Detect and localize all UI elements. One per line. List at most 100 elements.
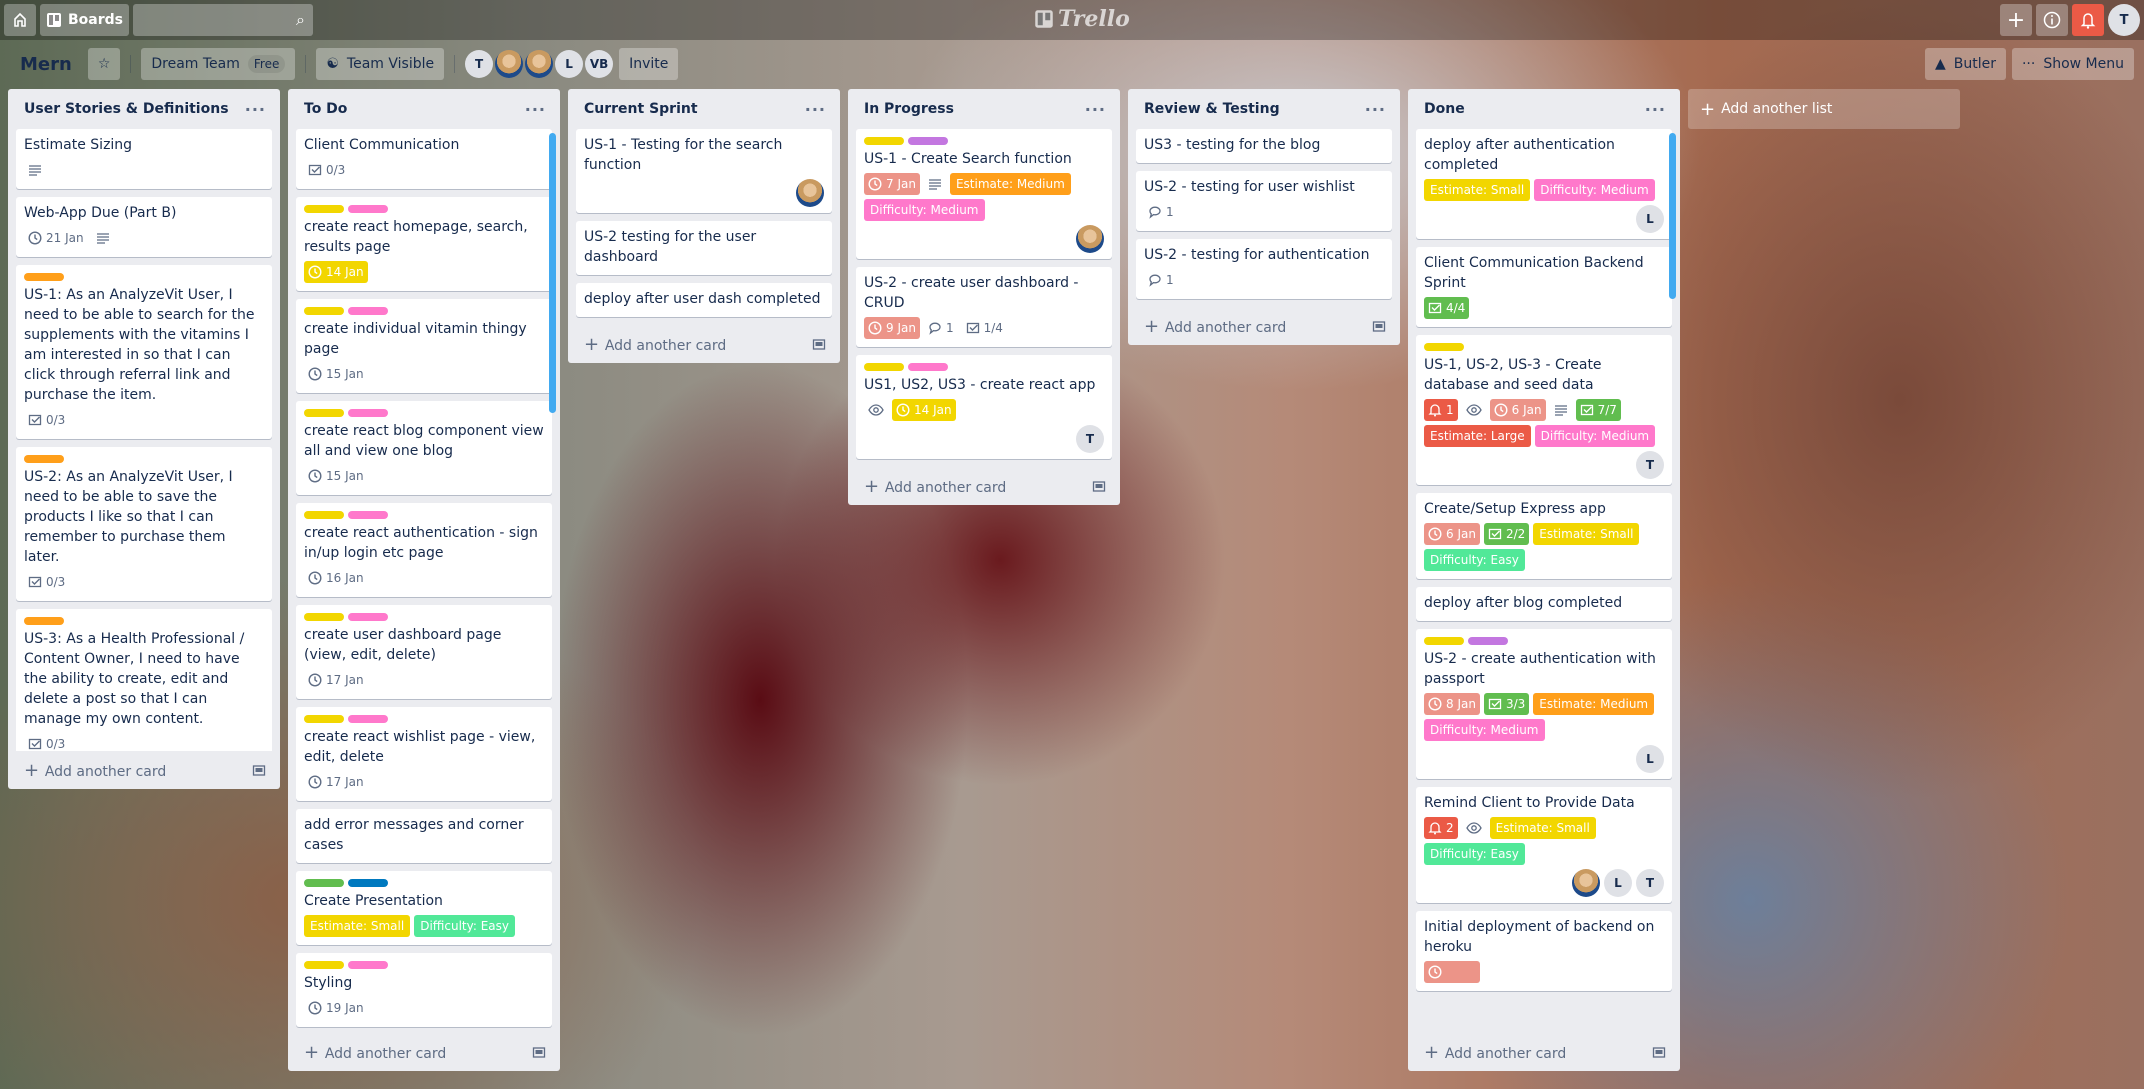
- checklist-badge[interactable]: 3/3: [1483, 693, 1530, 715]
- label-yellow[interactable]: [304, 961, 344, 969]
- label-green[interactable]: [304, 879, 344, 887]
- label-chip[interactable]: Estimate: Small: [1424, 179, 1531, 201]
- card[interactable]: create user dashboard page (view, edit, …: [296, 605, 552, 699]
- boards-button[interactable]: Boards: [40, 4, 129, 36]
- search-input[interactable]: ⌕: [133, 4, 313, 36]
- card[interactable]: Create Presentation Estimate: Small Diffic…: [296, 871, 552, 945]
- label-chip[interactable]: Estimate: Small: [304, 915, 411, 937]
- list-title[interactable]: To Do: [304, 101, 347, 117]
- visibility-button[interactable]: ☯ Team Visible: [316, 48, 445, 80]
- label-orange[interactable]: [24, 273, 64, 281]
- due-badge[interactable]: 7 Jan: [864, 173, 920, 195]
- card[interactable]: Web-App Due (Part B) 21 Jan: [16, 197, 272, 257]
- template-icon[interactable]: [1092, 479, 1106, 493]
- checklist-badge[interactable]: 0/3: [24, 571, 69, 593]
- card[interactable]: Estimate Sizing: [16, 129, 272, 189]
- label-chip[interactable]: Difficulty: Medium: [864, 199, 985, 221]
- list-title[interactable]: Done: [1424, 101, 1465, 117]
- label-purple[interactable]: [908, 137, 948, 145]
- member-avatar[interactable]: L: [1636, 205, 1664, 233]
- due-badge[interactable]: 17 Jan: [304, 771, 368, 793]
- template-icon[interactable]: [532, 1045, 546, 1059]
- label-orange[interactable]: [24, 455, 64, 463]
- label-yellow[interactable]: [1424, 637, 1464, 645]
- watch-badge[interactable]: [1462, 399, 1486, 421]
- watch-badge[interactable]: [1462, 817, 1486, 839]
- card[interactable]: Client Communication Backend Sprint 4/4: [1416, 247, 1672, 327]
- comments-badge[interactable]: 1: [924, 317, 958, 339]
- card[interactable]: add error messages and corner cases: [296, 809, 552, 863]
- card[interactable]: US-2 - testing for authentication 1: [1136, 239, 1392, 299]
- card[interactable]: Remind Client to Provide Data 2 Estimate: …: [1416, 787, 1672, 903]
- checklist-badge[interactable]: 0/3: [304, 159, 349, 181]
- member-avatar[interactable]: T: [1636, 451, 1664, 479]
- card[interactable]: US3 - testing for the blog: [1136, 129, 1392, 163]
- label-chip[interactable]: Difficulty: Easy: [414, 915, 515, 937]
- list-title[interactable]: Current Sprint: [584, 101, 698, 117]
- team-button[interactable]: Dream Team Free: [141, 48, 296, 80]
- card[interactable]: US-2 - testing for user wishlist 1: [1136, 171, 1392, 231]
- due-badge[interactable]: 14 Jan: [304, 261, 368, 283]
- label-yellow[interactable]: [304, 205, 344, 213]
- card[interactable]: Styling 19 Jan: [296, 953, 552, 1027]
- card[interactable]: US-2 testing for the user dashboard: [576, 221, 832, 275]
- label-blue[interactable]: [348, 879, 388, 887]
- label-chip[interactable]: Estimate: Medium: [949, 173, 1071, 195]
- due-badge[interactable]: 16 Jan: [304, 567, 368, 589]
- due-badge[interactable]: 6 Jan: [1489, 399, 1546, 421]
- card[interactable]: create react authentication - sign in/up…: [296, 503, 552, 597]
- due-badge[interactable]: 19 Jan: [304, 997, 368, 1019]
- card[interactable]: US-1 - Create Search function 7 Jan Estima…: [856, 129, 1112, 259]
- list-menu-icon[interactable]: ···: [1365, 100, 1386, 119]
- label-yellow[interactable]: [304, 409, 344, 417]
- label-chip[interactable]: Estimate: Small: [1533, 523, 1640, 545]
- checklist-badge[interactable]: 1/4: [962, 317, 1007, 339]
- card[interactable]: US-2 - create user dashboard - CRUD 9 Jan…: [856, 267, 1112, 347]
- template-icon[interactable]: [1372, 319, 1386, 333]
- checklist-badge[interactable]: 0/3: [24, 733, 69, 751]
- notification-badge[interactable]: 2: [1424, 817, 1458, 839]
- label-chip[interactable]: Difficulty: Easy: [1424, 843, 1525, 865]
- checklist-badge[interactable]: 4/4: [1424, 297, 1470, 319]
- info-button[interactable]: [2036, 4, 2068, 36]
- add-card-button[interactable]: + Add another card: [1128, 307, 1400, 345]
- home-button[interactable]: [4, 4, 36, 36]
- member-avatar[interactable]: [525, 50, 554, 78]
- member-avatar[interactable]: L: [555, 50, 584, 78]
- label-yellow[interactable]: [304, 307, 344, 315]
- card[interactable]: deploy after blog completed: [1416, 587, 1672, 621]
- label-pink[interactable]: [348, 511, 388, 519]
- scrollbar[interactable]: [549, 133, 556, 413]
- invite-button[interactable]: Invite: [619, 48, 679, 80]
- create-button[interactable]: +: [2000, 4, 2032, 36]
- member-avatar[interactable]: T: [1076, 425, 1104, 453]
- comments-badge[interactable]: 1: [1144, 201, 1178, 223]
- checklist-badge[interactable]: 2/2: [1483, 523, 1530, 545]
- template-icon[interactable]: [1652, 1045, 1666, 1059]
- notification-badge[interactable]: 1: [1424, 399, 1458, 421]
- list-menu-icon[interactable]: ···: [1645, 100, 1666, 119]
- label-pink[interactable]: [348, 715, 388, 723]
- add-card-button[interactable]: + Add another card: [288, 1033, 560, 1071]
- butler-button[interactable]: ▲ Butler: [1924, 48, 2006, 80]
- due-badge[interactable]: 15 Jan: [304, 363, 368, 385]
- show-menu-button[interactable]: ··· Show Menu: [2011, 48, 2134, 80]
- list-title[interactable]: In Progress: [864, 101, 954, 117]
- label-pink[interactable]: [348, 613, 388, 621]
- label-yellow[interactable]: [864, 137, 904, 145]
- card[interactable]: create react blog component view all and…: [296, 401, 552, 495]
- label-yellow[interactable]: [304, 511, 344, 519]
- card[interactable]: create react wishlist page - view, edit,…: [296, 707, 552, 801]
- list-title[interactable]: User Stories & Definitions: [24, 101, 229, 117]
- due-badge[interactable]: 21 Jan: [24, 227, 88, 249]
- label-yellow[interactable]: [304, 715, 344, 723]
- list-menu-icon[interactable]: ···: [525, 100, 546, 119]
- due-badge[interactable]: 8 Jan: [1424, 693, 1480, 715]
- label-chip[interactable]: Difficulty: Medium: [1534, 179, 1655, 201]
- member-avatar[interactable]: [796, 179, 824, 207]
- label-chip[interactable]: Estimate: Medium: [1533, 693, 1655, 715]
- member-avatar[interactable]: T: [1636, 869, 1664, 897]
- board-title[interactable]: Mern: [10, 54, 82, 75]
- member-avatar[interactable]: [495, 50, 524, 78]
- add-card-button[interactable]: + Add another card: [1408, 1033, 1680, 1071]
